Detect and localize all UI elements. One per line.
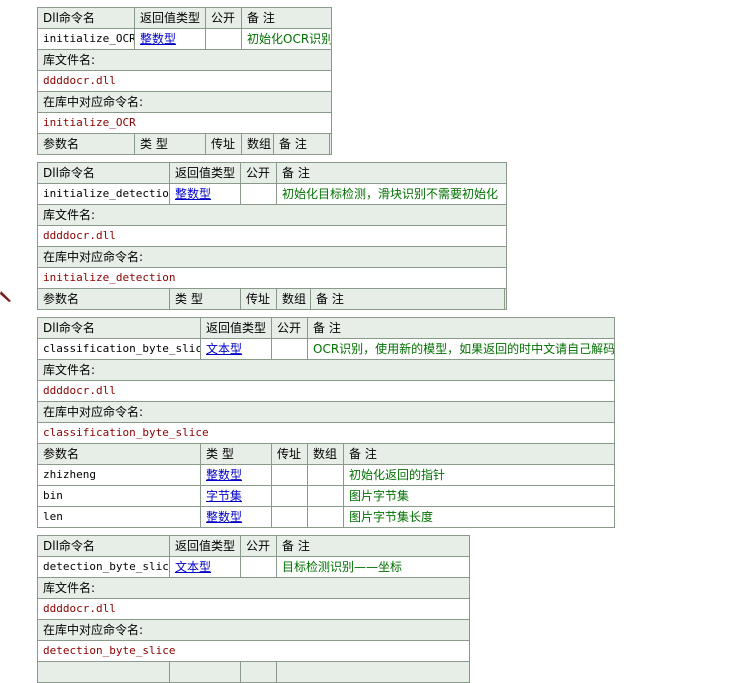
header-param-name: 参数名	[37, 443, 201, 465]
param-name-cell[interactable]: len	[37, 506, 201, 528]
param-array-cell[interactable]	[307, 506, 344, 528]
lib-file-value[interactable]: ddddocr.dll	[37, 70, 332, 92]
header-param-type: 类 型	[170, 289, 241, 309]
remark-cell[interactable]: OCR识别，使用新的模型，如果返回的时中文请自己解码	[306, 338, 616, 360]
header-dll-command-name: Dll命令名	[37, 7, 135, 29]
header-param-type	[169, 661, 241, 683]
header-param-name	[37, 661, 170, 683]
header-param-remark: 备 注	[310, 289, 505, 309]
lib-command-value[interactable]: initialize_detection	[37, 267, 507, 289]
return-type-link[interactable]: 文本型	[200, 338, 272, 360]
return-type-link[interactable]: 整数型	[134, 28, 206, 50]
header-dll-command-name: Dll命令名	[37, 535, 170, 557]
param-name-cell[interactable]: bin	[37, 485, 201, 507]
param-remark-cell[interactable]: 图片字节集	[342, 485, 616, 507]
lib-command-value[interactable]: classification_byte_slice	[36, 422, 616, 444]
param-name-cell[interactable]: zhizheng	[37, 464, 201, 486]
param-remark-cell[interactable]: 初始化返回的指针	[342, 464, 616, 486]
header-return-type: 返回值类型	[169, 162, 241, 184]
header-public: 公开	[271, 317, 308, 339]
param-type-link[interactable]: 整数型	[200, 464, 272, 486]
public-checkbox-cell[interactable]	[240, 556, 277, 578]
header-public: 公开	[240, 162, 277, 184]
remark-cell[interactable]: 初始化OCR识别	[241, 28, 332, 50]
header-public: 公开	[205, 7, 242, 29]
dll-command-table-initialize-detection: Dll命令名 返回值类型 公开 备 注 initialize_detection…	[37, 162, 507, 310]
header-remark: 备 注	[276, 535, 470, 557]
header-return-type: 返回值类型	[134, 7, 206, 29]
header-param-remark: 备 注	[273, 134, 330, 154]
lib-command-label: 在库中对应命令名:	[37, 246, 507, 268]
header-param-remark: 备 注	[342, 443, 616, 465]
header-param-remark	[276, 661, 470, 683]
param-type-link[interactable]: 字节集	[200, 485, 272, 507]
command-name-cell[interactable]: initialize_OCR	[37, 28, 135, 50]
lib-file-value[interactable]: ddddocr.dll	[37, 598, 470, 620]
header-remark: 备 注	[241, 7, 332, 29]
return-type-link[interactable]: 文本型	[169, 556, 241, 578]
param-byref-cell[interactable]	[271, 506, 308, 528]
dll-command-table-classification-byte-slice: Dll命令名 返回值类型 公开 备 注 classification_byte_…	[36, 317, 616, 528]
lib-file-value[interactable]: ddddocr.dll	[36, 380, 616, 402]
lib-command-value[interactable]: initialize_OCR	[37, 112, 332, 134]
lib-command-label: 在库中对应命令名:	[36, 401, 616, 423]
public-checkbox-cell[interactable]	[205, 28, 242, 50]
header-remark: 备 注	[276, 162, 507, 184]
mouse-pointer-icon	[0, 291, 11, 302]
remark-cell[interactable]: 初始化目标检测，滑块识别不需要初始化	[276, 183, 507, 205]
remark-cell[interactable]: 目标检测识别——坐标	[276, 556, 470, 578]
header-public: 公开	[240, 535, 277, 557]
dll-command-table-initialize-ocr: Dll命令名 返回值类型 公开 备 注 initialize_OCR 整数型 初…	[37, 7, 332, 155]
header-remark: 备 注	[306, 317, 616, 339]
param-row[interactable]: zhizheng 整数型 初始化返回的指针	[37, 464, 616, 486]
lib-file-value[interactable]: ddddocr.dll	[37, 225, 507, 247]
lib-command-value[interactable]: detection_byte_slice	[37, 640, 470, 662]
header-array: 数组	[276, 289, 311, 309]
header-byref: 传址	[240, 289, 277, 309]
dll-command-table-detection-byte-slice: Dll命令名 返回值类型 公开 备 注 detection_byte_slice…	[37, 535, 470, 683]
header-array: 数组	[241, 134, 274, 154]
header-byref: 传址	[205, 134, 242, 154]
header-param-name: 参数名	[37, 288, 170, 310]
param-byref-cell[interactable]	[271, 464, 308, 486]
header-return-type: 返回值类型	[200, 317, 272, 339]
header-param-name: 参数名	[37, 133, 135, 155]
param-row[interactable]: len 整数型 图片字节集长度	[37, 506, 616, 528]
header-byref	[240, 661, 277, 683]
header-array: 数组	[307, 443, 344, 465]
return-type-link[interactable]: 整数型	[169, 183, 241, 205]
lib-command-label: 在库中对应命令名:	[37, 619, 470, 641]
param-remark-cell[interactable]: 图片字节集长度	[342, 506, 616, 528]
public-checkbox-cell[interactable]	[271, 338, 308, 360]
header-byref: 传址	[271, 443, 308, 465]
command-name-cell[interactable]: detection_byte_slice	[37, 556, 170, 578]
command-name-cell[interactable]: classification_byte_slice	[37, 338, 201, 360]
lib-file-label: 库文件名:	[37, 204, 507, 226]
header-return-type: 返回值类型	[169, 535, 241, 557]
param-byref-cell[interactable]	[271, 485, 308, 507]
lib-command-label: 在库中对应命令名:	[37, 91, 332, 113]
header-dll-command-name: Dll命令名	[37, 162, 170, 184]
param-type-link[interactable]: 整数型	[200, 506, 272, 528]
lib-file-label: 库文件名:	[37, 577, 470, 599]
header-param-type: 类 型	[135, 134, 206, 154]
param-array-cell[interactable]	[307, 464, 344, 486]
param-array-cell[interactable]	[307, 485, 344, 507]
header-dll-command-name: Dll命令名	[37, 317, 201, 339]
lib-file-label: 库文件名:	[36, 359, 616, 381]
header-param-type: 类 型	[200, 443, 272, 465]
public-checkbox-cell[interactable]	[240, 183, 277, 205]
param-row[interactable]: bin 字节集 图片字节集	[37, 485, 616, 507]
lib-file-label: 库文件名:	[37, 49, 332, 71]
command-name-cell[interactable]: initialize_detection	[37, 183, 170, 205]
